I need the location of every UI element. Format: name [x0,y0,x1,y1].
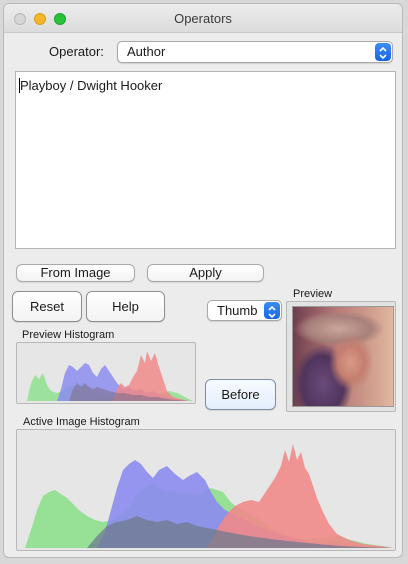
help-button[interactable]: Help [86,291,165,322]
preview-mode-select[interactable]: Thumb [207,300,282,321]
operator-label: Operator: [49,44,104,59]
preview-histogram-label: Preview Histogram [22,329,115,341]
before-button[interactable]: Before [205,379,276,410]
operators-window: Operators Operator: Author Playboy / Dwi… [3,3,403,558]
title-bar: Operators [4,4,402,33]
operator-text-value: Playboy / Dwight Hooker [20,78,163,93]
preview-label: Preview [293,288,333,300]
apply-button[interactable]: Apply [147,264,264,282]
operator-select-value: Author [127,44,166,59]
preview-mode-value: Thumb [217,303,258,318]
preview-image [292,306,394,407]
reset-button[interactable]: Reset [12,291,82,322]
operator-text-area[interactable]: Playboy / Dwight Hooker [15,71,396,249]
chevron-updown-icon [264,302,280,319]
preview-histogram [16,342,196,404]
window-title: Operators [174,11,232,26]
active-image-histogram [16,429,396,551]
chevron-updown-icon [375,43,391,61]
from-image-button[interactable]: From Image [16,264,135,282]
operator-select[interactable]: Author [117,41,393,63]
active-histogram-red [207,444,393,548]
active-image-histogram-label: Active Image Histogram [23,416,140,428]
